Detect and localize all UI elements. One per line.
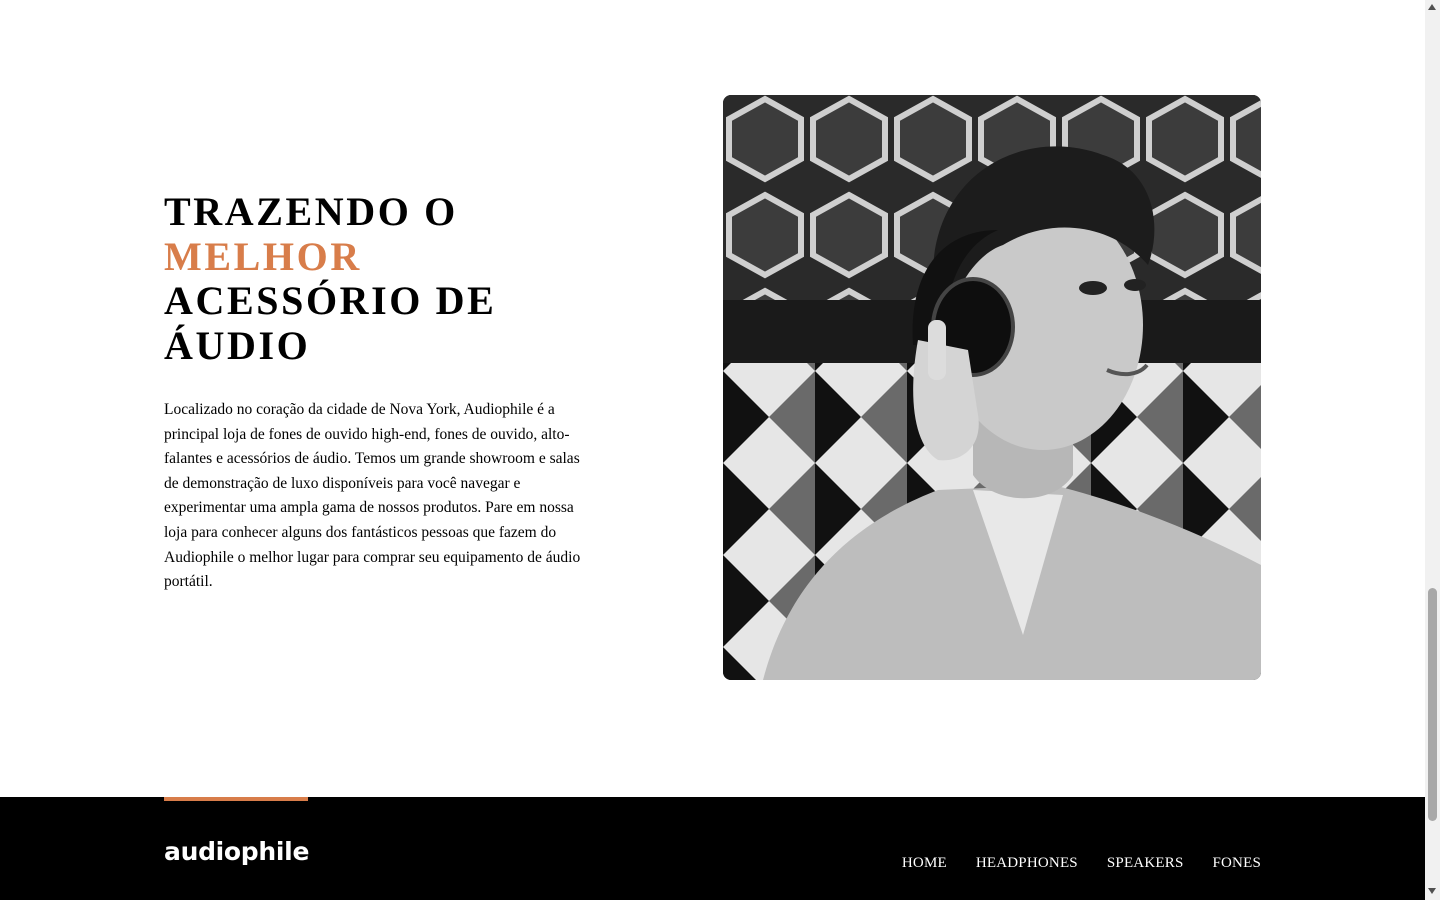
site-footer: audiophile HOME HEADPHONES SPEAKERS FONE… xyxy=(0,797,1425,900)
about-title-line3: ACESSÓRIO DE xyxy=(164,278,497,323)
footer-nav-fones[interactable]: FONES xyxy=(1212,855,1261,872)
footer-logo[interactable]: audiophile xyxy=(164,837,309,866)
scroll-down-arrow-icon[interactable] xyxy=(1428,888,1436,894)
scroll-up-arrow-icon[interactable] xyxy=(1428,4,1436,10)
footer-nav-headphones[interactable]: HEADPHONES xyxy=(976,855,1078,872)
footer-nav-home[interactable]: HOME xyxy=(902,855,947,872)
page: TRAZENDO O MELHOR ACESSÓRIO DE ÁUDIO Loc… xyxy=(0,0,1425,900)
man-with-headphones-photo xyxy=(723,95,1261,680)
about-description: Localizado no coração da cidade de Nova … xyxy=(164,401,581,591)
about-section: TRAZENDO O MELHOR ACESSÓRIO DE ÁUDIO Loc… xyxy=(164,189,604,595)
footer-nav: HOME HEADPHONES SPEAKERS FONES xyxy=(902,855,1261,872)
about-title-accent: MELHOR xyxy=(164,233,362,279)
about-title: TRAZENDO O MELHOR ACESSÓRIO DE ÁUDIO xyxy=(164,189,604,368)
vertical-scrollbar[interactable] xyxy=(1425,0,1440,900)
about-title-line1: TRAZENDO O xyxy=(164,189,458,234)
footer-accent-bar xyxy=(164,797,308,801)
about-title-line4: ÁUDIO xyxy=(164,322,311,368)
footer-nav-speakers[interactable]: SPEAKERS xyxy=(1107,855,1184,872)
scrollbar-thumb[interactable] xyxy=(1428,588,1437,821)
